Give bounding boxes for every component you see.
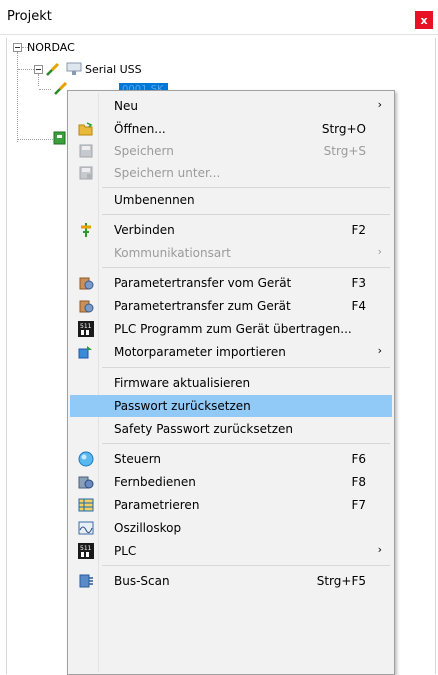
chevron-right-icon: ›: [377, 344, 382, 357]
menu-item-param-transfer-from[interactable]: Parametertransfer vom Gerät F3: [70, 272, 392, 294]
menu-separator: [102, 443, 390, 444]
menu-item-save[interactable]: Speichern Strg+S: [70, 140, 392, 162]
menu-separator: [102, 214, 390, 215]
menu-item-safety-password-reset[interactable]: Safety Passwort zurücksetzen: [70, 418, 392, 440]
parametrize-icon: [78, 498, 94, 512]
panel-header: Projekt x: [0, 0, 438, 35]
collapse-root-icon[interactable]: [13, 43, 22, 52]
menu-item-firmware-update[interactable]: Firmware aktualisieren: [70, 372, 392, 394]
menu-item-control[interactable]: Steuern F6: [70, 448, 392, 470]
menu-item-bus-scan[interactable]: Bus-Scan Strg+F5: [70, 570, 392, 592]
connect-icon: [81, 223, 91, 237]
menu-item-connect[interactable]: Verbinden F2: [70, 219, 392, 241]
panel-title: Projekt: [7, 9, 52, 24]
close-icon[interactable]: x: [415, 11, 433, 29]
oscilloscope-icon: [78, 521, 94, 535]
plc-icon: 511: [78, 543, 94, 559]
menu-item-plc[interactable]: 511 PLC ›: [70, 540, 392, 562]
remote-control-icon: [78, 476, 94, 489]
chevron-right-icon: ›: [377, 98, 382, 111]
motor-import-icon: [78, 346, 92, 359]
context-menu: Neu › Öffnen... Strg+O Speichern Strg+S …: [67, 90, 395, 675]
param-transfer-from-icon: [79, 277, 94, 290]
plug-icon: [46, 62, 60, 76]
folder-open-icon: [78, 122, 93, 136]
menu-item-new[interactable]: Neu ›: [70, 95, 392, 117]
save-as-icon: [79, 166, 93, 180]
menu-separator: [102, 267, 390, 268]
menu-separator: [102, 187, 390, 188]
svg-text:511: 511: [80, 545, 92, 552]
menu-item-communication-type[interactable]: Kommunikationsart ›: [70, 242, 392, 264]
chevron-right-icon: ›: [377, 543, 382, 556]
tree-node-nordac[interactable]: NORDAC: [27, 41, 75, 54]
bus-scan-icon: [79, 574, 93, 588]
plc-icon: 511: [78, 321, 94, 337]
menu-item-open[interactable]: Öffnen... Strg+O: [70, 118, 392, 140]
menu-item-oscilloscope[interactable]: Oszilloskop: [70, 517, 392, 539]
param-transfer-to-icon: [79, 300, 94, 313]
save-icon: [79, 144, 93, 158]
menu-item-save-as[interactable]: Speichern unter...: [70, 162, 392, 184]
menu-item-param-transfer-to[interactable]: Parametertransfer zum Gerät F4: [70, 295, 392, 317]
menu-separator: [102, 367, 390, 368]
control-icon: [78, 451, 94, 467]
menu-separator: [102, 565, 390, 566]
chevron-right-icon: ›: [377, 245, 382, 258]
menu-item-plc-transfer[interactable]: 511 PLC Programm zum Gerät übertragen...: [70, 318, 392, 340]
svg-text:511: 511: [80, 323, 92, 330]
menu-item-parametrize[interactable]: Parametrieren F7: [70, 494, 392, 516]
menu-item-remote-control[interactable]: Fernbedienen F8: [70, 471, 392, 493]
menu-item-motor-import[interactable]: Motorparameter importieren ›: [70, 341, 392, 363]
serial-port-icon: [66, 62, 82, 75]
menu-item-rename[interactable]: Umbenennen: [70, 189, 392, 211]
tree-node-serial-uss[interactable]: Serial USS: [85, 63, 142, 76]
menu-item-password-reset[interactable]: Passwort zurücksetzen: [70, 395, 392, 417]
collapse-serial-icon[interactable]: [34, 65, 43, 74]
